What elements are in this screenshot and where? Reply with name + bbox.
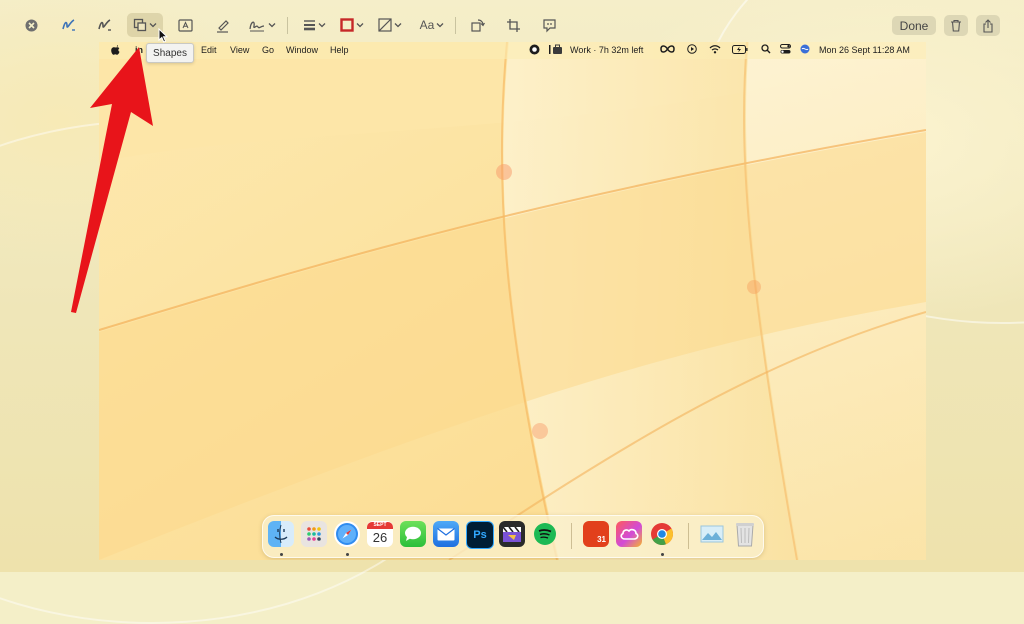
menu-item-edit[interactable]: Edit [201,45,217,55]
menu-item-go[interactable]: Go [262,45,274,55]
border-color-button[interactable] [338,13,366,37]
running-indicator [346,553,349,556]
shapes-icon [133,18,147,32]
mail-icon[interactable] [433,521,459,547]
shapes-tooltip: Shapes [146,43,194,63]
share-button[interactable] [976,15,1000,36]
wallpaper-image [99,42,926,560]
safari-icon[interactable] [334,521,360,547]
record-icon[interactable] [529,44,540,57]
delete-button[interactable] [944,15,968,36]
text-box-icon [177,18,193,32]
crop-button[interactable] [503,13,523,37]
play-circle-icon[interactable] [687,44,697,56]
control-center-icon[interactable] [780,44,791,56]
calendar-icon[interactable]: SEPT 26 [367,521,393,547]
mac-menubar: in Edit View Go Window Help Work · 7h 32… [99,42,926,59]
menubar-clock[interactable]: Mon 26 Sept 11:28 AM [819,45,910,55]
infinity-icon[interactable] [660,44,675,56]
trash-bin-icon[interactable] [732,521,758,547]
close-button[interactable] [22,13,40,37]
chevron-down-icon [394,23,402,28]
dock-divider [571,523,572,549]
line-style-button[interactable] [300,13,328,37]
messages-icon[interactable] [400,521,426,547]
mouse-cursor-icon [158,28,168,43]
rotate-icon [470,18,485,32]
text-style-icon: Aa [419,18,435,32]
highlight-icon [216,19,229,33]
spotify-icon[interactable] [532,521,558,547]
fill-color-button[interactable] [376,13,404,37]
crop-icon [506,18,520,32]
final-cut-icon[interactable] [499,521,525,547]
fantastical-icon[interactable]: 31 [583,521,609,547]
markup-toolbar: Aa Done [0,0,1024,44]
dock-divider [688,523,689,549]
chevron-down-icon [318,23,325,28]
work-timer-text[interactable]: Work · 7h 32m left [570,45,643,55]
text-box-button[interactable] [174,13,196,37]
sketch-button[interactable] [58,13,80,37]
menu-item-help[interactable]: Help [330,45,349,55]
calendar-month: SEPT [367,522,393,529]
trash-icon [951,19,961,32]
work-timer-icon[interactable] [549,44,563,57]
toolbar-divider [455,17,456,34]
dock: SEPT 26 Ps 31 [262,515,764,558]
sketch-icon [62,19,75,31]
toolbar-divider [287,17,288,34]
search-icon[interactable] [761,44,771,56]
launchpad-icon[interactable] [301,521,327,547]
chevron-down-icon [436,23,444,28]
fill-color-icon [378,18,392,32]
chevron-down-icon [268,23,276,28]
done-button[interactable]: Done [892,16,936,35]
chrome-icon[interactable] [649,521,675,547]
draw-button[interactable] [94,13,116,37]
annotate-button[interactable] [539,13,559,37]
battery-icon[interactable] [732,45,748,56]
highlight-button[interactable] [211,13,233,37]
sign-button[interactable] [246,13,278,37]
creative-cloud-icon[interactable] [616,521,642,547]
wifi-icon[interactable] [709,44,721,56]
finder-icon[interactable] [268,521,294,547]
photoshop-icon[interactable]: Ps [466,521,494,549]
fantastical-day: 31 [597,535,606,544]
chevron-down-icon [356,23,364,28]
rotate-button[interactable] [467,13,487,37]
close-icon [25,19,37,31]
calendar-day: 26 [372,530,388,545]
text-style-button[interactable]: Aa [418,13,446,37]
running-indicator [280,553,283,556]
running-indicator [661,553,664,556]
app-menu-partial[interactable]: in [135,45,143,55]
share-icon [983,18,993,33]
signature-icon [249,21,265,32]
menu-item-view[interactable]: View [230,45,249,55]
chevron-down-icon [149,23,157,28]
apple-icon[interactable] [111,45,120,57]
screenshot-canvas[interactable]: in Edit View Go Window Help Work · 7h 32… [99,42,926,560]
border-color-icon [340,18,354,32]
siri-icon[interactable] [800,44,810,56]
preview-icon[interactable] [699,521,725,547]
line-style-icon [303,20,315,31]
menu-item-window[interactable]: Window [286,45,318,55]
annotate-icon [542,18,556,32]
draw-icon [98,19,111,31]
